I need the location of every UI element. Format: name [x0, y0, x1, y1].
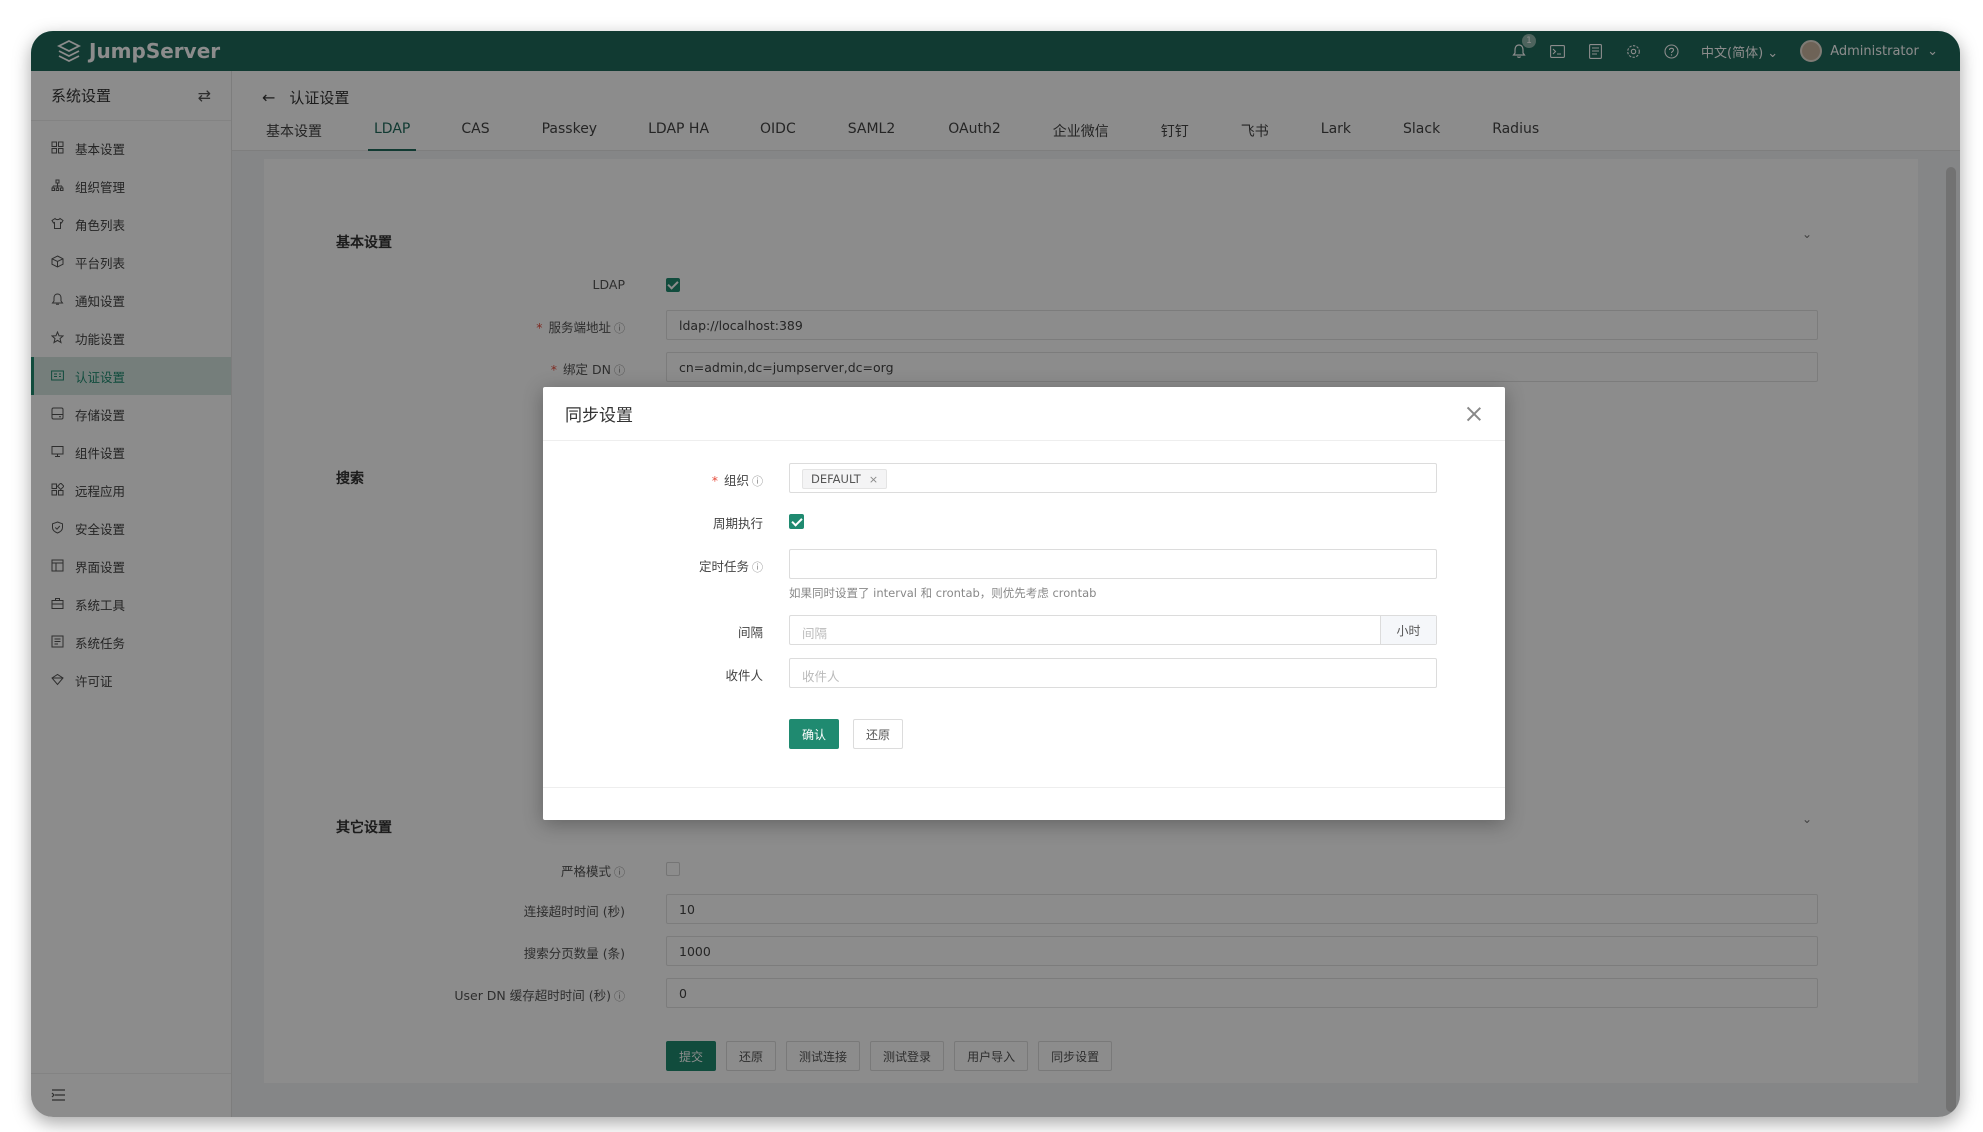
app-window: JumpServer 1 中文(简体) ⌄ Administrator ⌄ 系统…	[31, 31, 1960, 1117]
recipients-select[interactable]: 收件人	[789, 658, 1437, 688]
help-icon[interactable]: ⓘ	[752, 561, 763, 574]
crontab-hint: 如果同时设置了 interval 和 crontab，则优先考虑 crontab	[789, 586, 1097, 600]
dialog-header: 同步设置	[543, 387, 1505, 441]
interval-unit: 小时	[1380, 616, 1436, 644]
periodic-checkbox[interactable]	[789, 514, 804, 529]
help-icon[interactable]: ⓘ	[752, 475, 763, 488]
periodic-label: 周期执行	[712, 516, 763, 531]
dialog-reset-button[interactable]: 还原	[853, 719, 904, 749]
org-tag-label: DEFAULT	[811, 472, 861, 486]
recipients-placeholder: 收件人	[802, 669, 840, 684]
crontab-label: 定时任务 ⓘ	[699, 556, 763, 575]
recipients-label: 收件人	[725, 668, 763, 683]
sync-settings-dialog: 同步设置 * 组织 ⓘ DEFAULT × 周期执行 定时任务 ⓘ 如果同时设置了 in…	[543, 387, 1505, 820]
dialog-title: 同步设置	[565, 406, 633, 426]
dialog-footer	[543, 787, 1505, 788]
org-label: * 组织 ⓘ	[712, 470, 763, 489]
interval-input[interactable]: 间隔 小时	[789, 615, 1437, 645]
org-select[interactable]: DEFAULT ×	[789, 463, 1437, 493]
close-icon[interactable]	[1465, 405, 1483, 423]
confirm-button[interactable]: 确认	[789, 719, 840, 749]
tag-close-icon[interactable]: ×	[869, 473, 878, 486]
dialog-actions: 确认 还原	[789, 719, 904, 749]
org-label-text: 组织	[723, 473, 749, 488]
interval-placeholder: 间隔	[802, 626, 828, 641]
org-tag: DEFAULT ×	[802, 469, 888, 489]
crontab-label-text: 定时任务	[698, 559, 749, 574]
crontab-input[interactable]	[789, 549, 1437, 579]
required-mark: *	[711, 473, 718, 488]
interval-label: 间隔	[737, 625, 763, 640]
